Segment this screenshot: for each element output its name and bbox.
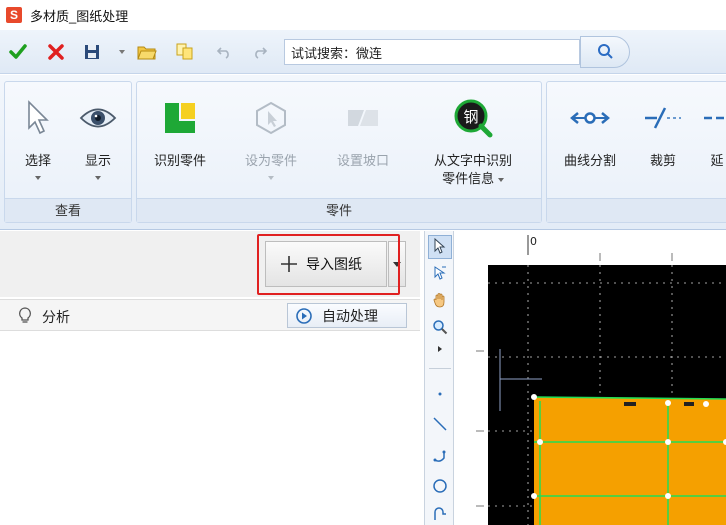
line-tool[interactable] xyxy=(428,413,452,437)
identify-part-label: 识别零件 xyxy=(153,153,206,168)
circle-tool[interactable] xyxy=(428,475,452,499)
arc-icon xyxy=(432,506,448,525)
part-fill xyxy=(534,397,726,525)
extend-label: 延 xyxy=(710,153,724,168)
cursor-icon xyxy=(433,237,447,257)
ribbon: 选择 显示 查看 识别零件 设为零件 设置坡口 钢 从文字中识别 零件信息 零件… xyxy=(0,75,726,230)
analysis-bar: 分析 自动处理 xyxy=(0,299,420,331)
identify-part-button[interactable]: 识别零件 xyxy=(145,98,215,170)
top-ruler xyxy=(458,231,726,261)
cancel-icon[interactable] xyxy=(46,42,66,62)
set-bevel-button[interactable]: 设置坡口 xyxy=(325,98,401,170)
ribbon-group-label xyxy=(547,198,726,222)
lightbulb-icon xyxy=(18,307,32,328)
recognize-from-text-button[interactable]: 钢 从文字中识别 零件信息 xyxy=(415,98,531,188)
undo-icon[interactable] xyxy=(214,42,234,62)
set-part-dropdown-caret[interactable] xyxy=(268,176,274,180)
highlight-box xyxy=(257,234,400,295)
ribbon-group-label: 查看 xyxy=(5,198,131,222)
import-bar: 导入图纸 xyxy=(0,231,420,297)
point-tool[interactable] xyxy=(428,381,452,405)
pan-tool[interactable] xyxy=(428,289,452,313)
search-icon xyxy=(597,43,613,62)
set-part-label: 设为零件 xyxy=(244,153,297,168)
polyline-icon xyxy=(432,448,448,467)
arc-tool[interactable] xyxy=(428,503,452,525)
curve-split-button[interactable]: 曲线分割 xyxy=(555,98,625,170)
select-label: 选择 xyxy=(24,153,51,168)
bevel-icon xyxy=(343,98,383,138)
dot-icon xyxy=(436,386,444,401)
redo-icon[interactable] xyxy=(250,42,270,62)
search-button[interactable] xyxy=(580,36,630,68)
identify-part-icon xyxy=(160,98,200,138)
steel-search-icon: 钢 xyxy=(453,98,493,138)
confirm-icon[interactable] xyxy=(8,42,28,62)
curve-split-icon xyxy=(570,98,610,138)
trim-button[interactable]: 裁剪 xyxy=(637,98,689,170)
triangle-right-icon xyxy=(438,346,442,352)
left-ruler xyxy=(458,231,484,525)
analysis-label: 分析 xyxy=(42,309,70,325)
drawing-canvas[interactable]: 0 xyxy=(458,231,726,525)
display-label: 显示 xyxy=(84,153,111,168)
magnifier-icon xyxy=(432,319,448,338)
eye-icon xyxy=(78,98,118,138)
auto-process-label: 自动处理 xyxy=(322,307,378,324)
extend-button[interactable]: 延 xyxy=(697,98,726,170)
set-part-icon xyxy=(251,98,291,138)
save-icon[interactable] xyxy=(82,42,102,62)
hand-icon xyxy=(432,292,448,311)
ribbon-group-label: 零件 xyxy=(137,198,541,222)
select-button[interactable]: 选择 xyxy=(13,98,63,180)
node-select-tool[interactable] xyxy=(428,262,452,286)
trim-label: 裁剪 xyxy=(649,153,676,168)
title-bar: S 多材质_图纸处理 xyxy=(0,0,726,30)
pointer-tool[interactable] xyxy=(428,235,452,259)
ribbon-group-edit: 曲线分割 裁剪 延 xyxy=(546,81,726,223)
ribbon-group-view: 选择 显示 查看 xyxy=(4,81,132,223)
node-cursor-icon xyxy=(432,265,448,284)
curve-split-label: 曲线分割 xyxy=(563,153,616,168)
display-dropdown-caret[interactable] xyxy=(95,176,101,180)
auto-process-button[interactable]: 自动处理 xyxy=(287,303,407,328)
select-dropdown-caret[interactable] xyxy=(35,176,41,180)
trim-icon xyxy=(643,98,683,138)
ribbon-group-parts: 识别零件 设为零件 设置坡口 钢 从文字中识别 零件信息 零件 xyxy=(136,81,542,223)
display-button[interactable]: 显示 xyxy=(73,98,123,180)
search-input[interactable]: 试试搜索：微连 xyxy=(284,39,580,65)
toolbar-divider xyxy=(429,368,451,369)
open-folder-icon[interactable] xyxy=(137,42,157,62)
recognize-dropdown-caret[interactable] xyxy=(497,177,504,182)
recognize-from-text-label: 从文字中识别 零件信息 xyxy=(433,153,512,186)
save-dropdown-arrow[interactable] xyxy=(119,50,125,54)
copy-icon[interactable] xyxy=(175,42,195,62)
drawing-toolbar xyxy=(424,231,454,525)
left-panel: 导入图纸 分析 自动处理 xyxy=(0,231,420,525)
polyline-tool[interactable] xyxy=(428,445,452,469)
ruler-zero-label: 0 xyxy=(530,235,537,248)
play-icon xyxy=(296,307,312,324)
cursor-icon xyxy=(18,98,58,138)
line-icon xyxy=(432,416,448,435)
window-title: 多材质_图纸处理 xyxy=(30,8,129,24)
zoom-menu-arrow[interactable] xyxy=(428,341,452,357)
svg-text:钢: 钢 xyxy=(463,108,478,126)
extend-icon xyxy=(697,98,726,138)
part-shape[interactable] xyxy=(531,394,726,525)
set-bevel-label: 设置坡口 xyxy=(336,153,389,168)
set-part-button[interactable]: 设为零件 xyxy=(233,98,309,180)
zoom-tool[interactable] xyxy=(428,316,452,340)
circle-icon xyxy=(432,478,448,497)
app-logo: S xyxy=(6,7,22,23)
